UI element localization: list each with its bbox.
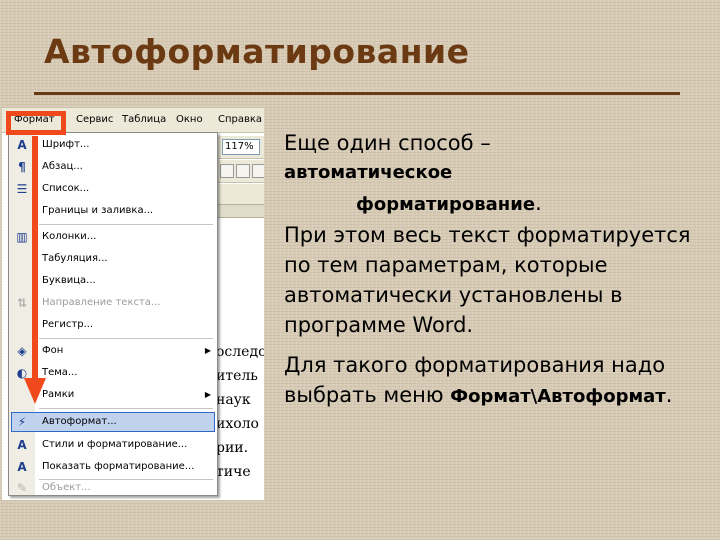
menu-help[interactable]: Справка: [218, 114, 262, 125]
menu-item-label: Объект...: [42, 482, 91, 493]
menu-item-label: Стили и форматирование...: [42, 439, 188, 450]
toolbar-standard: 117%: [216, 136, 264, 159]
zoom-select[interactable]: 117%: [222, 139, 260, 155]
document-text: оследо: [216, 344, 264, 360]
menu-item-columns[interactable]: ▥ Колонки...: [9, 227, 217, 247]
menu-item-frames[interactable]: Рамки ▶: [9, 385, 217, 405]
menu-item-label: Абзац...: [42, 161, 83, 172]
word-screenshot: Формат Сервис Таблица Окно Справка 117% …: [2, 108, 264, 500]
menu-separator: [39, 408, 213, 409]
theme-icon: ◐: [16, 366, 28, 380]
period: .: [535, 191, 542, 215]
menu-item-theme[interactable]: ◐ Тема...: [9, 363, 217, 383]
columns-icon: ▥: [16, 230, 28, 244]
menu-item-object: ✎ Объект...: [9, 481, 217, 495]
menu-item-reveal-formatting[interactable]: A Показать форматирование...: [9, 457, 217, 477]
title-divider: [34, 92, 680, 95]
document-text: тиче: [216, 464, 251, 480]
menu-item-label: Регистр...: [42, 319, 94, 330]
slide-title: Автоформатирование: [44, 32, 470, 71]
menu-item-borders[interactable]: Границы и заливка...: [9, 201, 217, 221]
submenu-arrow-icon: ▶: [204, 346, 211, 355]
bold-term-line: форматирование.: [284, 188, 704, 220]
menu-item-label: Рамки: [42, 389, 75, 400]
document-text: ихоло: [216, 416, 259, 432]
toolbar-formatting: [216, 160, 264, 183]
menu-item-label: Тема...: [42, 367, 78, 378]
reveal-formatting-icon: A: [17, 460, 27, 474]
submenu-arrow-icon: ▶: [204, 390, 211, 399]
period-2: .: [665, 383, 673, 407]
ruler: [216, 204, 264, 218]
intro-line: Еще один способ –: [284, 131, 491, 155]
menu-window[interactable]: Окно: [176, 114, 203, 125]
document-text: рии.: [216, 440, 249, 456]
menu-item-autoformat[interactable]: ⚡ Автоформат...: [11, 412, 215, 432]
menu-item-case[interactable]: Регистр...: [9, 315, 217, 335]
menu-item-label: Автоформат...: [42, 416, 117, 427]
menu-item-label: Список...: [42, 183, 90, 194]
menu-item-label: Табуляция...: [42, 253, 108, 264]
menu-item-font[interactable]: A Шрифт...: [9, 135, 217, 155]
menu-item-label: Шрифт...: [42, 139, 90, 150]
bold-term-1: автоматическое: [284, 162, 453, 183]
menu-service[interactable]: Сервис: [76, 114, 113, 125]
menu-item-label: Границы и заливка...: [42, 205, 154, 216]
menu-item-dropcap[interactable]: Буквица...: [9, 271, 217, 291]
autoformat-icon: ⚡: [17, 415, 27, 429]
paragraph-1: При этом весь текст форматируется по тем…: [284, 223, 691, 337]
text-direction-icon: ⇅: [16, 296, 28, 310]
explanation-text: Еще один способ – автоматическое формати…: [284, 128, 704, 412]
document-text: наук: [216, 392, 251, 408]
menu-item-list[interactable]: ☰ Список...: [9, 179, 217, 199]
styles-icon: A: [17, 438, 27, 452]
menu-item-styles[interactable]: A Стили и форматирование...: [9, 435, 217, 455]
menu-separator: [39, 479, 213, 480]
paragraph-2-line: Для такого форматирования надо выбрать м…: [284, 350, 704, 412]
toolbar-button[interactable]: [252, 164, 264, 178]
toolbar-button[interactable]: [220, 164, 234, 178]
menu-item-tabs[interactable]: Табуляция...: [9, 249, 217, 269]
highlight-box: [6, 111, 66, 135]
paragraph-icon: ¶: [18, 160, 26, 174]
menu-separator: [39, 224, 213, 225]
document-text: итель: [216, 368, 258, 384]
bold-menu-path: Формат\Автоформат: [450, 386, 666, 407]
toolbar-button[interactable]: [236, 164, 250, 178]
menu-item-text-direction: ⇅ Направление текста...: [9, 293, 217, 313]
menu-separator: [39, 338, 213, 339]
menu-table[interactable]: Таблица: [122, 114, 166, 125]
font-icon: A: [17, 138, 27, 152]
list-icon: ☰: [16, 182, 28, 196]
menu-item-label: Фон: [42, 345, 64, 356]
background-icon: ◈: [17, 344, 27, 358]
menu-item-paragraph[interactable]: ¶ Абзац...: [9, 157, 217, 177]
bold-term-2: форматирование: [356, 194, 536, 215]
menu-item-label: Колонки...: [42, 231, 97, 242]
menu-item-label: Направление текста...: [42, 297, 161, 308]
menu-item-label: Показать форматирование...: [42, 461, 195, 472]
object-icon: ✎: [16, 481, 28, 495]
format-dropdown-menu: A Шрифт... ¶ Абзац... ☰ Список... Границ…: [8, 132, 218, 496]
menu-item-background[interactable]: ◈ Фон ▶: [9, 341, 217, 361]
menu-item-label: Буквица...: [42, 275, 96, 286]
